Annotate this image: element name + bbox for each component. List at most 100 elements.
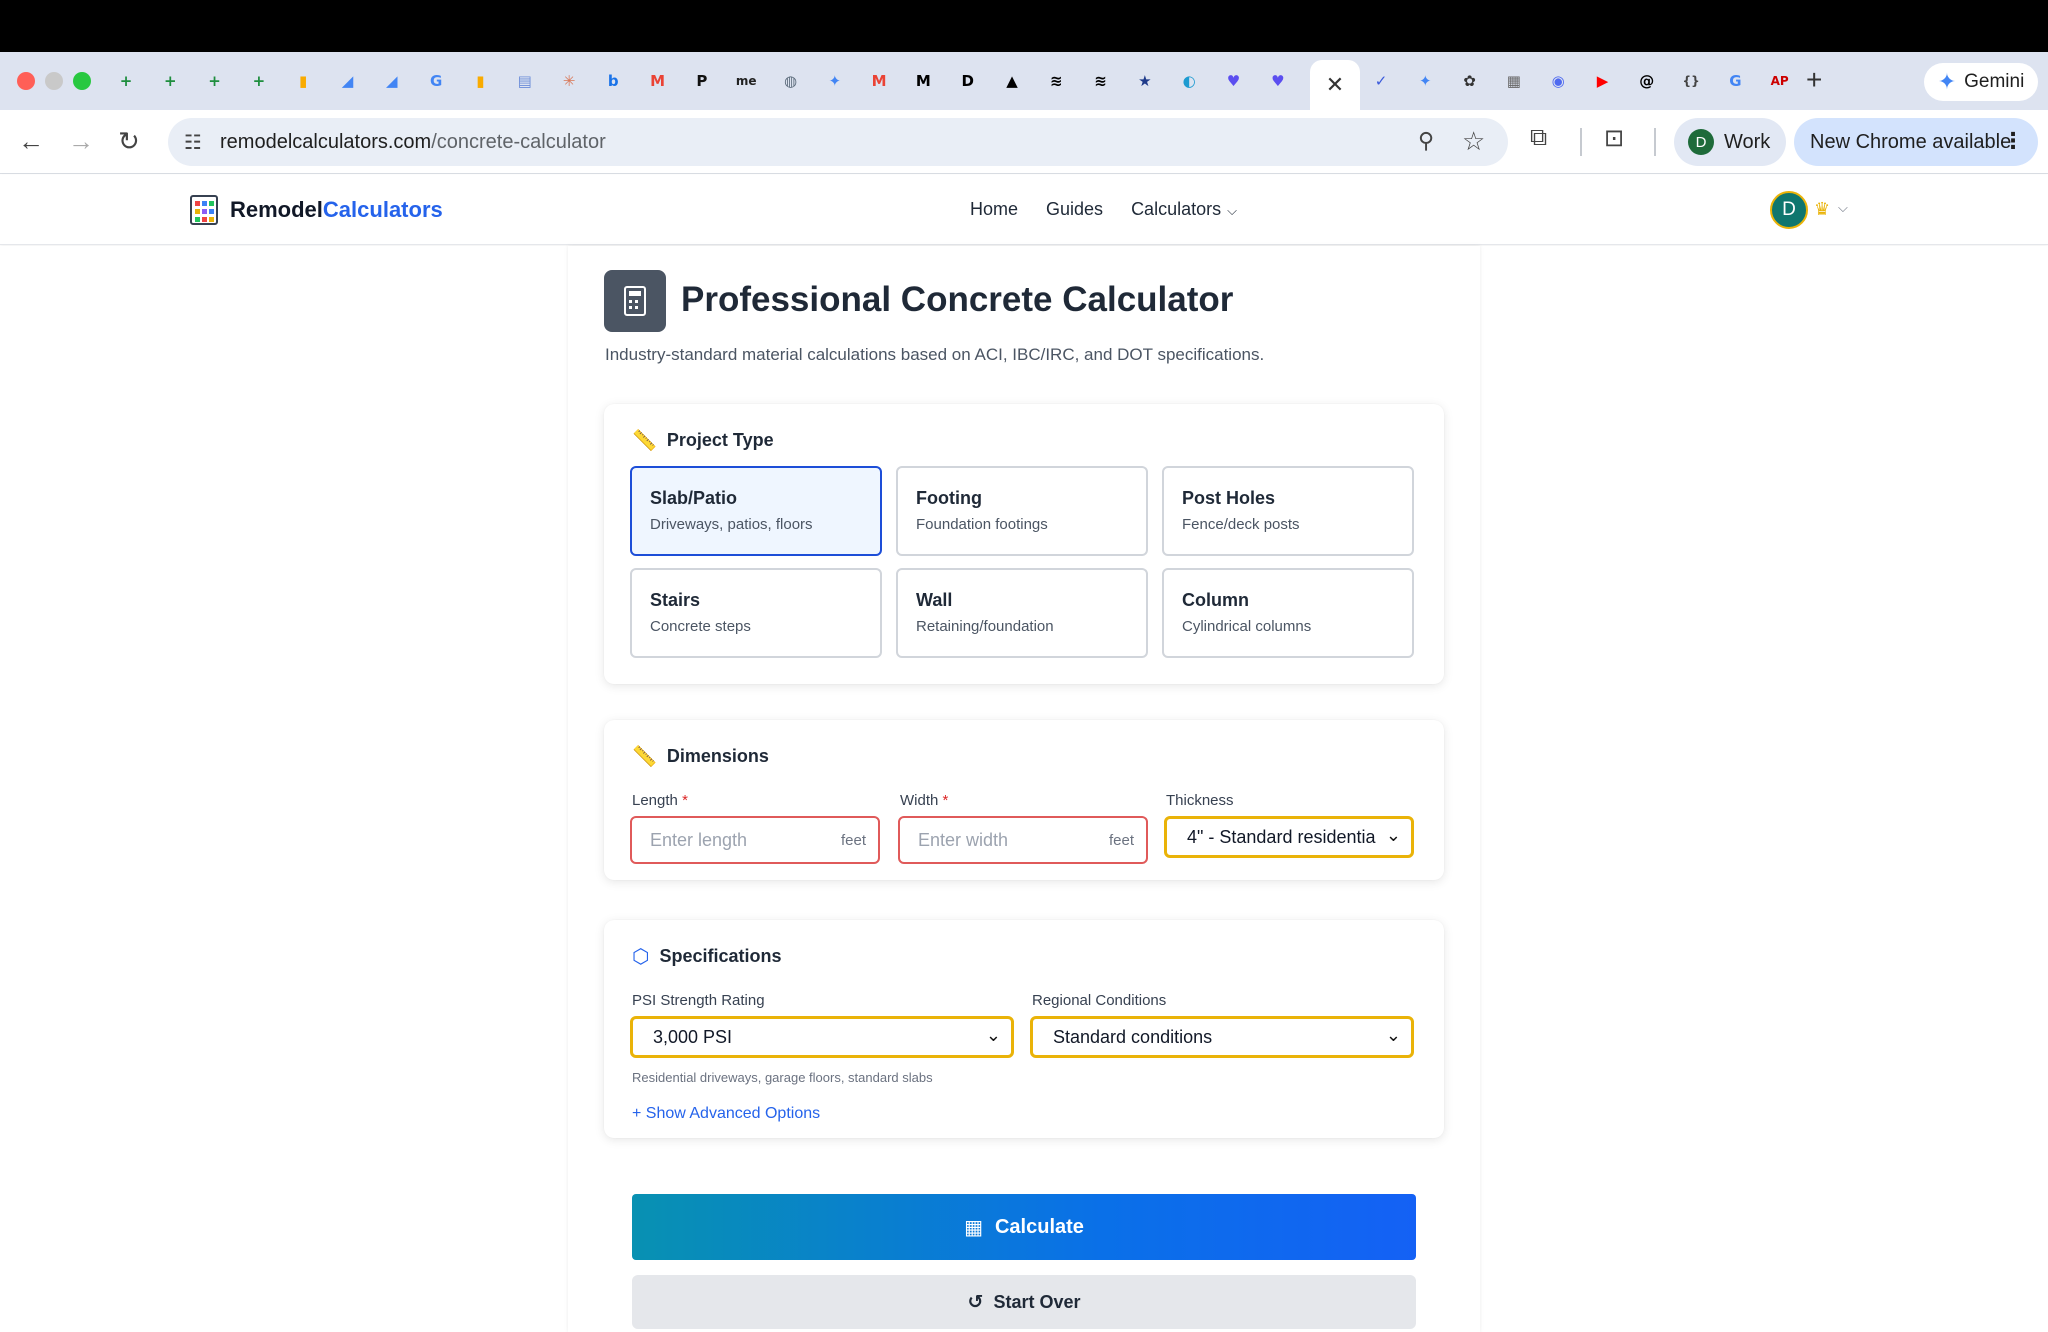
project-option-post-holes[interactable]: Post Holes Fence/deck posts: [1162, 466, 1414, 556]
option-desc: Concrete steps: [650, 618, 751, 635]
ads-icon[interactable]: ◢: [335, 68, 361, 94]
close-tab-icon[interactable]: ✕: [1326, 72, 1344, 98]
close-window-button[interactable]: [17, 72, 35, 90]
regional-label: Regional Conditions: [1032, 992, 1167, 1009]
site-header: RemodelCalculators Home Guides Calculato…: [0, 175, 2048, 245]
profile-button[interactable]: D Work: [1674, 118, 1786, 166]
nav-guides[interactable]: Guides: [1046, 199, 1103, 220]
globe-icon[interactable]: ◍: [778, 68, 804, 94]
toolbar-divider: [1654, 128, 1656, 156]
site-settings-icon[interactable]: ☷: [184, 130, 202, 155]
maximize-window-button[interactable]: [73, 72, 91, 90]
chat-heart-icon[interactable]: ♥: [1221, 68, 1247, 94]
show-advanced-options-link[interactable]: + Show Advanced Options: [632, 1105, 820, 1123]
edge-icon[interactable]: ◐: [1176, 68, 1202, 94]
thickness-select[interactable]: 4" - Standard residentia ⌄: [1164, 816, 1414, 858]
sheets-icon[interactable]: +: [157, 68, 183, 94]
start-over-label: Start Over: [993, 1291, 1081, 1312]
sheets-icon[interactable]: +: [246, 68, 272, 94]
psi-value: 3,000 PSI: [653, 1026, 733, 1047]
length-label: Length *: [632, 792, 688, 809]
triangle-icon[interactable]: ▲: [999, 68, 1025, 94]
gmail-icon[interactable]: M: [866, 68, 892, 94]
capcut-icon[interactable]: ≋: [1043, 68, 1069, 94]
option-title: Wall: [916, 590, 953, 610]
analytics-icon[interactable]: ▮: [467, 68, 493, 94]
project-option-slab[interactable]: Slab/Patio Driveways, patios, floors: [630, 466, 882, 556]
calculate-button[interactable]: ▦ Calculate: [632, 1194, 1416, 1260]
trash-icon[interactable]: ▤: [512, 68, 538, 94]
threads-icon[interactable]: @: [1634, 68, 1660, 94]
calculator-container: Professional Concrete Calculator Industr…: [568, 246, 1480, 1332]
analytics-icon[interactable]: ▮: [290, 68, 316, 94]
bing-icon[interactable]: b: [600, 68, 626, 94]
sheets-icon[interactable]: +: [202, 68, 228, 94]
project-option-stairs[interactable]: Stairs Concrete steps: [630, 568, 882, 658]
project-option-wall[interactable]: Wall Retaining/foundation: [896, 568, 1148, 658]
length-input[interactable]: Enter length feet: [630, 816, 880, 864]
sheets-icon[interactable]: +: [113, 68, 139, 94]
chrome-update-button[interactable]: New Chrome available ⋮: [1794, 118, 2038, 166]
browser-tab-strip: + + + + ▮ ◢ ◢ G ▮ ▤ ✳ b M Pme ◍ ✦ M M D ▲ ≋ ≋ ★ ◐ ♥ ♥ ✕ ✓ ✦ ✿ ▦ ◉ ▶ @{}…: [0, 52, 2048, 110]
p-icon[interactable]: P: [689, 68, 715, 94]
medium-icon[interactable]: M: [910, 68, 936, 94]
calc-icon[interactable]: ▦: [1501, 68, 1527, 94]
option-title: Slab/Patio: [650, 488, 738, 508]
logo-calculator-icon: [190, 195, 218, 225]
back-arrow-icon[interactable]: ←: [18, 126, 44, 157]
circle-icon[interactable]: ◉: [1545, 68, 1571, 94]
project-option-column[interactable]: Column Cylindrical columns: [1162, 568, 1414, 658]
minimize-window-button[interactable]: [45, 72, 63, 90]
user-avatar[interactable]: D: [1770, 191, 1808, 229]
psi-select[interactable]: 3,000 PSI ⌄: [630, 1016, 1014, 1058]
new-tab-button[interactable]: +: [1806, 64, 1822, 96]
nav-home[interactable]: Home: [970, 199, 1018, 220]
psi-label: PSI Strength Rating: [632, 992, 765, 1009]
gemini-icon[interactable]: ✦: [1412, 68, 1438, 94]
regional-select[interactable]: Standard conditions ⌄: [1030, 1016, 1414, 1058]
dimensions-title: Dimensions: [666, 746, 769, 766]
google-icon[interactable]: G: [1722, 68, 1748, 94]
url-text[interactable]: remodelcalculators.com/concrete-calculat…: [220, 131, 606, 154]
gmail-icon[interactable]: M: [645, 68, 671, 94]
specifications-heading: ⬡ Specifications: [632, 944, 782, 969]
update-label: New Chrome available: [1810, 130, 2012, 153]
gemini-button[interactable]: ✦ Gemini: [1924, 63, 2038, 101]
site-logo[interactable]: RemodelCalculators: [230, 197, 443, 223]
ap-icon[interactable]: AP: [1767, 68, 1793, 94]
zoom-icon[interactable]: ⚲: [1418, 128, 1434, 154]
bookmark-star-icon[interactable]: ☆: [1462, 126, 1485, 157]
ads-icon[interactable]: ◢: [379, 68, 405, 94]
extensions-icon[interactable]: ⧉: [1530, 124, 1547, 152]
capcut-icon[interactable]: ≋: [1088, 68, 1114, 94]
chat-heart-icon[interactable]: ♥: [1265, 68, 1291, 94]
project-type-heading: 📏 Project Type: [632, 428, 774, 453]
gemini-icon[interactable]: ✦: [822, 68, 848, 94]
dimensions-heading: 📏 Dimensions: [632, 744, 769, 769]
more-menu-icon[interactable]: ⋮: [2002, 128, 2024, 154]
tab-search-icon[interactable]: ⊡: [1604, 124, 1624, 153]
youtube-icon[interactable]: ▶: [1590, 68, 1616, 94]
ai-icon[interactable]: ✓: [1368, 68, 1394, 94]
claude-icon[interactable]: ✳: [556, 68, 582, 94]
reload-icon[interactable]: ↻: [118, 126, 140, 157]
psi-hint: Residential driveways, garage floors, st…: [632, 1070, 933, 1085]
active-tab[interactable]: ✕: [1310, 60, 1360, 110]
project-option-footing[interactable]: Footing Foundation footings: [896, 466, 1148, 556]
google-icon[interactable]: G: [423, 68, 449, 94]
braces-icon[interactable]: {}: [1678, 68, 1704, 94]
start-over-button[interactable]: ↺ Start Over: [632, 1275, 1416, 1329]
shield-icon[interactable]: ★: [1132, 68, 1158, 94]
me-icon[interactable]: me: [733, 68, 759, 94]
width-input[interactable]: Enter width feet: [898, 816, 1148, 864]
site-nav: Home Guides Calculators ⌵: [970, 199, 1237, 220]
url-host: remodelcalculators.com: [220, 131, 432, 153]
length-placeholder: Enter length: [650, 829, 748, 850]
ruler-icon: 📏: [632, 430, 657, 452]
chevron-down-icon[interactable]: ⌵: [1838, 200, 1848, 216]
dev-icon[interactable]: D: [955, 68, 981, 94]
address-bar[interactable]: ☷ remodelcalculators.com/concrete-calcul…: [168, 118, 1508, 166]
nav-calculators[interactable]: Calculators ⌵: [1131, 199, 1237, 220]
openai-icon[interactable]: ✿: [1457, 68, 1483, 94]
forward-arrow-icon[interactable]: →: [68, 126, 94, 157]
